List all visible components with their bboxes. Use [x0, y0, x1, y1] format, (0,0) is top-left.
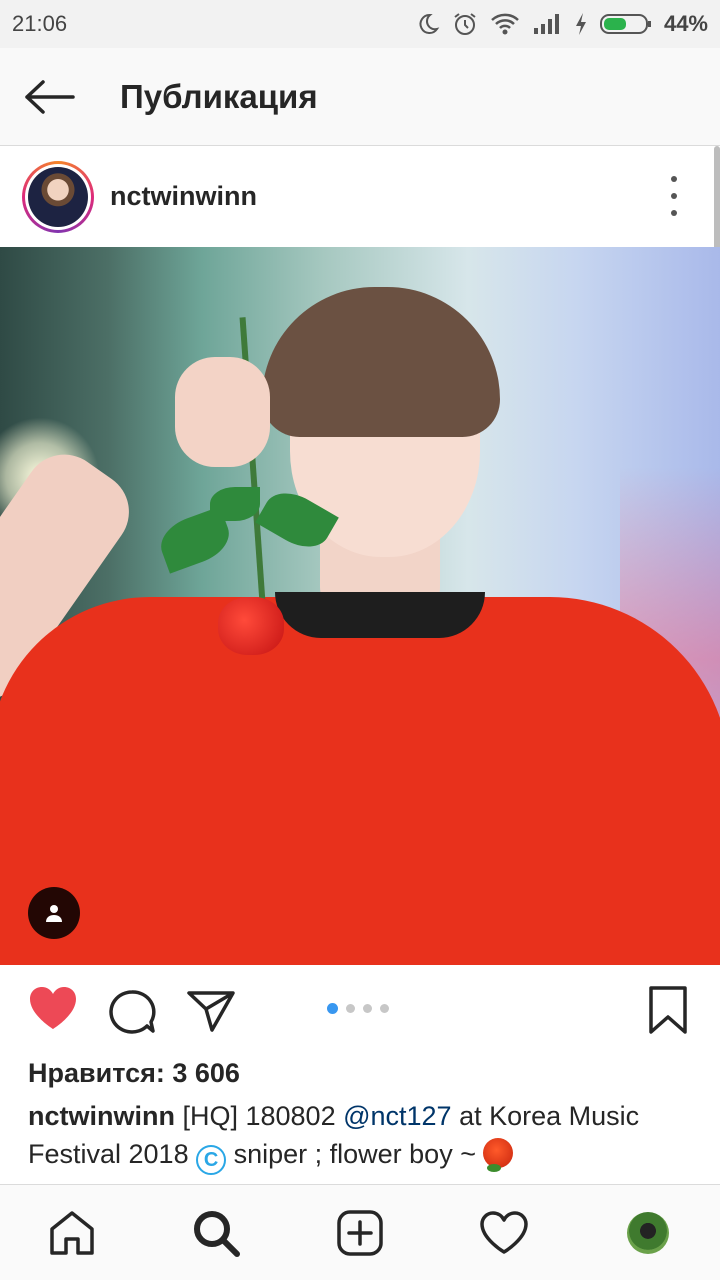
comment-button[interactable] — [108, 989, 156, 1040]
nav-home[interactable] — [46, 1207, 98, 1259]
bottom-navigation — [0, 1184, 720, 1280]
alarm-icon — [454, 13, 476, 35]
nav-new-post[interactable] — [334, 1207, 386, 1259]
profile-avatar — [627, 1212, 669, 1254]
nav-search[interactable] — [190, 1207, 242, 1259]
app-bar: Публикация — [0, 48, 720, 146]
post-username[interactable]: nctwinwinn — [110, 181, 257, 212]
battery-icon — [599, 14, 651, 34]
carousel-dot — [380, 1004, 389, 1013]
add-post-icon — [337, 1210, 383, 1256]
post-caption: nctwinwinn [HQ] 180802 @nct127 at Korea … — [28, 1097, 688, 1175]
caption-mention[interactable]: @nct127 — [343, 1101, 451, 1131]
carousel-dot — [363, 1004, 372, 1013]
bookmark-icon — [649, 986, 687, 1034]
signal-icon — [533, 14, 559, 34]
more-options-icon[interactable] — [662, 176, 686, 216]
send-icon — [187, 991, 235, 1032]
caption-text: sniper ; flower boy ~ — [226, 1139, 484, 1169]
home-icon — [50, 1211, 94, 1255]
status-time: 21:06 — [12, 11, 68, 36]
comment-icon — [109, 990, 156, 1034]
copyright-c-icon: C — [196, 1145, 227, 1175]
save-button[interactable] — [648, 985, 688, 1040]
back-button[interactable] — [0, 48, 100, 146]
battery-percent: 44% — [663, 11, 708, 36]
carousel-dot — [346, 1004, 355, 1013]
post-photo[interactable] — [0, 247, 720, 965]
nav-profile[interactable] — [622, 1207, 674, 1259]
caption-text: [HQ] 180802 — [174, 1101, 344, 1131]
carousel-dot-active — [327, 1003, 338, 1014]
tagged-people-button[interactable] — [28, 887, 80, 939]
arrow-left-icon — [25, 79, 75, 114]
like-button[interactable] — [28, 985, 78, 1036]
caption-username[interactable]: nctwinwinn — [28, 1101, 175, 1131]
status-bar: 21:06 44% — [0, 0, 720, 48]
story-avatar[interactable] — [22, 160, 94, 233]
page-title: Публикация — [120, 77, 318, 115]
charging-icon — [575, 13, 586, 35]
person-icon — [46, 905, 62, 922]
activity-heart-icon — [480, 1211, 528, 1254]
rose-emoji-icon — [483, 1138, 514, 1172]
search-icon — [194, 1211, 240, 1257]
wifi-icon — [491, 13, 519, 35]
heart-filled-icon — [30, 987, 76, 1029]
avatar — [28, 166, 88, 227]
nav-activity[interactable] — [478, 1207, 530, 1259]
status-icons: 44% — [416, 11, 708, 37]
carousel-indicator — [327, 1003, 389, 1014]
moon-icon — [419, 13, 440, 34]
share-button[interactable] — [186, 989, 236, 1038]
likes-count[interactable]: Нравится: 3 606 — [28, 1058, 240, 1089]
post-header: nctwinwinn — [0, 146, 720, 247]
